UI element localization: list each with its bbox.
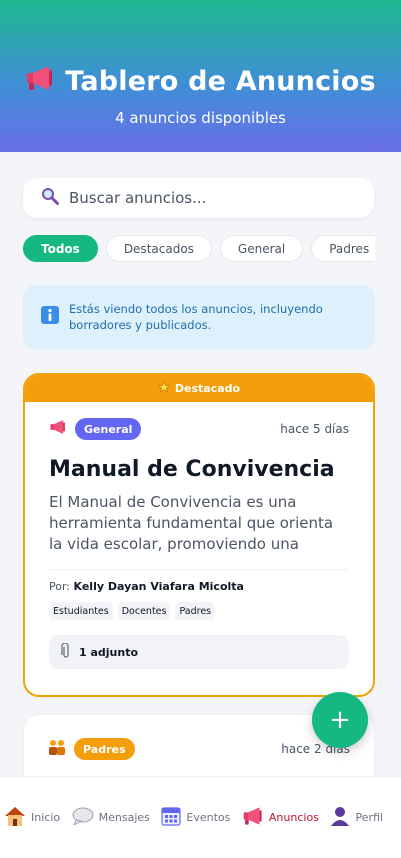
attachments-button[interactable]: 1 adjunto <box>49 635 349 669</box>
filter-chip-padres[interactable]: Padres <box>311 235 375 262</box>
filter-chip-destacados[interactable]: Destacados <box>105 235 212 262</box>
announcement-title: Manual de Convivencia <box>49 457 335 482</box>
announcement-author: Por: Kelly Dayan Viafara Micolta <box>49 580 349 593</box>
nav-label: Mensajes <box>98 811 150 824</box>
calendar-icon <box>161 806 182 829</box>
search-bar[interactable] <box>23 178 374 218</box>
audience-tags: Estudiantes Docentes Padres <box>49 602 349 620</box>
category-badge: Padres <box>74 738 135 760</box>
announcement-card-featured[interactable]: Destacado General hace 5 días Manual de … <box>23 373 375 697</box>
nav-label: Inicio <box>31 811 61 824</box>
header-title-text: Tablero de Anuncios <box>65 66 376 97</box>
filter-chips: Todos Destacados General Padres <box>23 235 375 263</box>
magnifier-icon <box>41 187 59 209</box>
nav-item-perfil[interactable]: Perfil <box>330 798 383 838</box>
tag: Docentes <box>117 602 171 620</box>
filter-chip-todos[interactable]: Todos <box>23 235 98 262</box>
bottom-nav: Inicio Mensajes Eventos Anuncios Perfil <box>0 776 401 858</box>
nav-item-inicio[interactable]: Inicio <box>4 798 60 838</box>
divider <box>49 569 349 570</box>
add-announcement-button[interactable]: + <box>312 692 368 748</box>
nav-label: Anuncios <box>268 811 319 824</box>
star-icon <box>157 380 171 396</box>
family-icon <box>48 739 66 759</box>
tag: Estudiantes <box>49 602 113 620</box>
search-input[interactable] <box>69 189 349 207</box>
info-text: Estás viendo todos los anuncios, incluye… <box>69 302 323 332</box>
announcement-time: hace 5 días <box>280 422 349 436</box>
nav-label: Perfil <box>355 811 383 824</box>
nav-label: Eventos <box>186 811 231 824</box>
nav-item-mensajes[interactable]: Mensajes <box>72 798 150 838</box>
speech-bubble-icon <box>72 807 94 828</box>
info-banner: Estás viendo todos los anuncios, incluye… <box>23 285 375 349</box>
info-icon <box>41 306 59 328</box>
megaphone-icon <box>25 64 55 99</box>
announcement-excerpt: El Manual de Convivencia es una herramie… <box>49 493 334 553</box>
nav-item-anuncios[interactable]: Anuncios <box>242 798 319 838</box>
featured-bar: Destacado <box>25 375 373 402</box>
header-subtitle: 4 anuncios disponibles <box>115 109 286 127</box>
megaphone-icon <box>242 806 264 829</box>
author-name: Kelly Dayan Viafara Micolta <box>73 580 244 593</box>
category-badge: General <box>75 418 142 440</box>
tag: Padres <box>175 602 216 620</box>
megaphone-icon <box>49 419 67 439</box>
attachments-count: 1 adjunto <box>79 645 139 659</box>
filter-chip-general[interactable]: General <box>219 235 304 262</box>
house-icon <box>4 806 26 829</box>
nav-item-eventos[interactable]: Eventos <box>161 798 230 838</box>
featured-label: Destacado <box>174 382 241 395</box>
header: Tablero de Anuncios 4 anuncios disponibl… <box>0 0 401 152</box>
author-prefix: Por: <box>49 580 71 593</box>
page-title: Tablero de Anuncios <box>0 64 401 99</box>
paperclip-icon <box>61 641 71 662</box>
user-icon <box>330 806 350 829</box>
